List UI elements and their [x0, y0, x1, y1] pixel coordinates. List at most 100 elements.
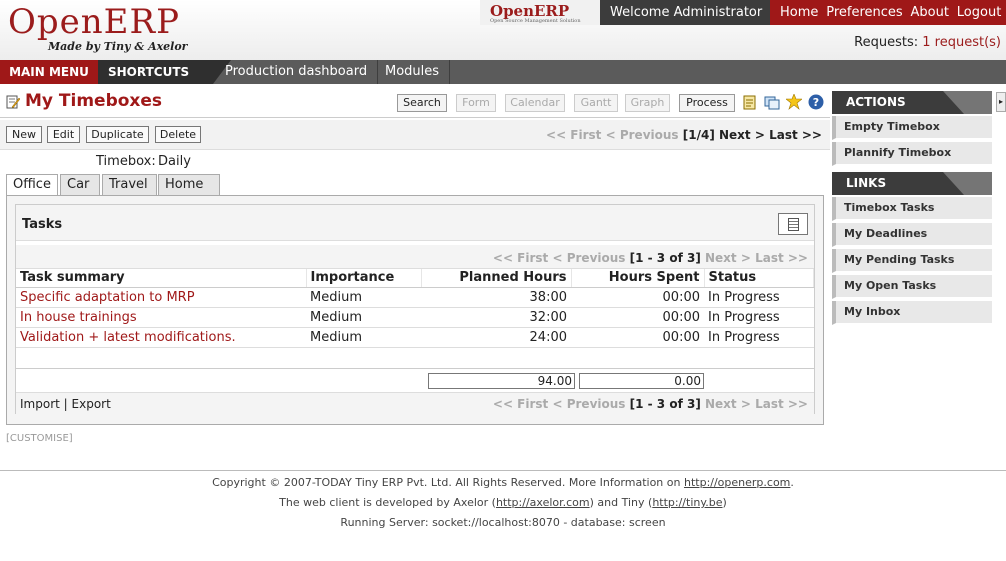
process-view-button[interactable]: Process [679, 94, 735, 112]
col-hours-spent[interactable]: Hours Spent [571, 269, 705, 288]
axelor-link[interactable]: http://axelor.com [496, 496, 590, 509]
task-summary[interactable]: Specific adaptation to MRP [16, 287, 306, 308]
edit-document-icon [6, 95, 20, 109]
attachments-icon[interactable] [764, 94, 780, 110]
record-pager: << First < Previous [1/4] Next > Last >> [546, 128, 822, 142]
logo-subtitle: Made by Tiny & Axelor [48, 40, 188, 53]
shortcut-modules[interactable]: Modules [375, 60, 451, 84]
delete-button[interactable]: Delete [155, 126, 201, 143]
link-my-deadlines[interactable]: My Deadlines [832, 223, 992, 247]
nav-logout-link[interactable]: Logout [957, 5, 1002, 20]
tasks-header: Tasks [16, 205, 814, 241]
welcome-text: Welcome Administrator [600, 0, 770, 25]
grid-pager-first: << First [492, 251, 549, 265]
graph-view-button[interactable]: Graph [625, 94, 670, 112]
col-planned-hours[interactable]: Planned Hours [421, 269, 572, 288]
nav-preferences-link[interactable]: Preferences [826, 5, 902, 20]
task-summary[interactable]: Validation + latest modifications. [16, 327, 306, 348]
task-status: In Progress [704, 307, 814, 328]
import-link[interactable]: Import [20, 397, 60, 411]
link-my-open-tasks[interactable]: My Open Tasks [832, 275, 992, 299]
actions-header: ACTIONS [832, 91, 992, 114]
nav-about-link[interactable]: About [911, 5, 949, 20]
footer-developers: The web client is developed by Axelor (h… [0, 496, 1006, 509]
tiny-link[interactable]: http://tiny.be [652, 496, 722, 509]
grid-pager-previous: < Previous [552, 251, 626, 265]
header: OpenERP Made by Tiny & Axelor OpenERP Op… [0, 0, 1006, 60]
tab-travel[interactable]: Travel [102, 174, 157, 195]
edit-button[interactable]: Edit [47, 126, 80, 143]
duplicate-button[interactable]: Duplicate [86, 126, 149, 143]
form-view-button[interactable]: Form [456, 94, 496, 112]
calendar-view-button[interactable]: Calendar [505, 94, 565, 112]
col-status[interactable]: Status [704, 269, 814, 288]
table-row[interactable]: Validation + latest modifications. Mediu… [16, 327, 814, 348]
new-event-icon[interactable] [786, 94, 802, 110]
task-importance: Medium [306, 287, 421, 308]
pager-last[interactable]: Last >> [769, 128, 822, 142]
footer-server-info: Running Server: socket://localhost:8070 … [340, 516, 666, 529]
search-view-button[interactable]: Search [397, 94, 447, 112]
pager-first: << First [546, 128, 602, 142]
timebox-value: Daily [158, 154, 191, 169]
task-importance: Medium [306, 327, 421, 348]
table-row[interactable]: Specific adaptation to MRP Medium 38:00 … [16, 287, 814, 308]
tab-car[interactable]: Car [60, 174, 100, 195]
svg-text:?: ? [813, 96, 819, 109]
new-button[interactable]: New [6, 126, 42, 143]
task-planned-hours: 24:00 [421, 327, 571, 348]
pager-counter: [1/4] [682, 128, 715, 142]
nav-home-link[interactable]: Home [780, 5, 818, 20]
link-my-pending-tasks[interactable]: My Pending Tasks [832, 249, 992, 273]
openerp-logo[interactable]: OpenERP Made by Tiny & Axelor [8, 4, 187, 53]
task-hours-spent: 00:00 [571, 287, 704, 308]
shortcuts-tab[interactable]: SHORTCUTS [98, 60, 231, 84]
action-empty-timebox[interactable]: Empty Timebox [832, 116, 992, 140]
grid-pager-counter: [1 - 3 of 3] [629, 397, 701, 411]
col-task-summary[interactable]: Task summary [16, 269, 307, 288]
sidebar-toggle[interactable]: ▸ [996, 92, 1006, 112]
tab-office[interactable]: Office [6, 174, 58, 196]
links-header: LINKS [832, 172, 992, 195]
timebox-label: Timebox: [96, 154, 156, 169]
pager-next[interactable]: Next > [719, 128, 765, 142]
import-export-separator: | [63, 397, 68, 411]
link-my-inbox[interactable]: My Inbox [832, 301, 992, 325]
tab-panel: Tasks << First < Previous [1 - 3 of 3] N… [6, 195, 824, 425]
requests-label: Requests: [854, 35, 919, 50]
footer-copyright: Copyright © 2007-TODAY Tiny ERP Pvt. Ltd… [212, 476, 794, 489]
grid-pager-counter: [1 - 3 of 3] [629, 251, 701, 265]
gantt-view-button[interactable]: Gantt [574, 94, 618, 112]
requests-link[interactable]: 1 request(s) [922, 35, 1001, 50]
links-title: LINKS [846, 176, 887, 190]
link-timebox-tasks[interactable]: Timebox Tasks [832, 197, 992, 221]
total-planned-hours: 94.00 [428, 373, 575, 389]
customise-link[interactable]: [CUSTOMISE] [6, 433, 73, 444]
task-status: In Progress [704, 327, 814, 348]
action-plannify-timebox[interactable]: Plannify Timebox [832, 142, 992, 166]
openerp-link[interactable]: http://openerp.com [684, 476, 790, 489]
total-hours-spent: 0.00 [579, 373, 704, 389]
grid-pager-first: << First [492, 397, 549, 411]
tab-home[interactable]: Home [158, 174, 220, 195]
form-view-icon [788, 218, 799, 231]
main-menu-button[interactable]: MAIN MENU [0, 60, 98, 84]
dev-text-a: The web client is developed by Axelor ( [279, 496, 496, 509]
task-planned-hours: 38:00 [421, 287, 571, 308]
task-planned-hours: 32:00 [421, 307, 571, 328]
help-icon[interactable]: ? [808, 94, 824, 110]
grid-pager: << First < Previous [1 - 3 of 3] Next > … [493, 251, 808, 265]
report-icon[interactable] [742, 94, 758, 110]
requests: Requests: 1 request(s) [854, 35, 1001, 50]
dev-text-c: ) [722, 496, 727, 509]
task-summary[interactable]: In house trainings [16, 307, 306, 328]
switch-view-button[interactable] [778, 213, 808, 235]
export-link[interactable]: Export [72, 397, 111, 411]
grid-pager-last: Last >> [755, 397, 808, 411]
top-nav: Home Preferences About Logout [770, 0, 1006, 25]
shortcut-production-dashboard[interactable]: Production dashboard [215, 60, 379, 84]
col-importance[interactable]: Importance [306, 269, 422, 288]
table-row[interactable]: In house trainings Medium 32:00 00:00 In… [16, 307, 814, 328]
actions-title: ACTIONS [846, 95, 906, 109]
task-importance: Medium [306, 307, 421, 328]
